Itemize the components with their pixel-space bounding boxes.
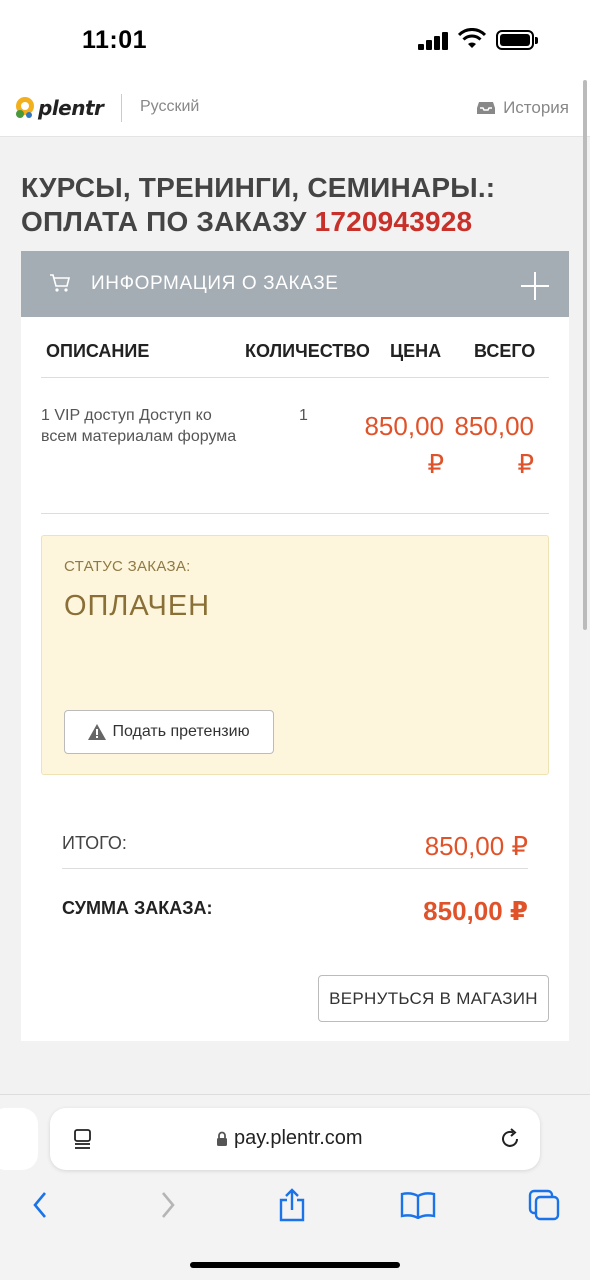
chevron-left-icon bbox=[33, 1192, 46, 1218]
status-time: 11:01 bbox=[82, 26, 148, 54]
tabs-button[interactable] bbox=[524, 1185, 564, 1225]
bookmarks-button[interactable] bbox=[398, 1185, 438, 1225]
order-status-box: СТАТУС ЗАКАЗА: ОПЛАЧЕН Подать претензию bbox=[41, 535, 549, 775]
previous-tab-preview[interactable] bbox=[0, 1108, 38, 1170]
item-quantity: 1 bbox=[299, 407, 308, 424]
page-title: КУРСЫ, ТРЕНИНГИ, СЕМИНАРЫ.: ОПЛАТА ПО ЗА… bbox=[21, 171, 571, 239]
order-number: 1720943928 bbox=[314, 206, 473, 237]
back-nav-button[interactable] bbox=[20, 1185, 60, 1225]
page-menu-icon[interactable] bbox=[72, 1128, 94, 1150]
file-claim-button[interactable]: Подать претензию bbox=[64, 710, 274, 754]
chevron-right-icon bbox=[162, 1192, 175, 1218]
column-header-description: ОПИСАНИЕ bbox=[46, 341, 150, 361]
url-text: pay.plentr.com bbox=[234, 1127, 363, 1149]
main-content: КУРСЫ, ТРЕНИНГИ, СЕМИНАРЫ.: ОПЛАТА ПО ЗА… bbox=[0, 137, 590, 1094]
book-icon bbox=[400, 1192, 436, 1219]
header-divider bbox=[121, 94, 122, 122]
plentr-logo[interactable]: plentr bbox=[14, 94, 104, 122]
lock-icon bbox=[217, 1131, 227, 1146]
site-header: plentr Русский История bbox=[0, 80, 590, 137]
tabs-icon bbox=[528, 1189, 560, 1221]
url-display[interactable]: pay.plentr.com bbox=[216, 1127, 363, 1150]
warning-icon bbox=[88, 724, 107, 740]
file-claim-label: Подать претензию bbox=[112, 723, 250, 740]
column-header-total: ВСЕГО bbox=[474, 341, 536, 361]
cellular-signal-icon bbox=[418, 32, 450, 50]
share-icon bbox=[279, 1188, 305, 1222]
order-total-value: 850,00 ₽ bbox=[423, 896, 528, 926]
logo-text: plentr bbox=[38, 96, 104, 120]
order-total-label: СУММА ЗАКАЗА: bbox=[62, 898, 213, 918]
home-indicator[interactable] bbox=[190, 1262, 400, 1268]
wifi-icon bbox=[458, 28, 486, 48]
item-price: 850,00 ₽ bbox=[364, 411, 444, 479]
battery-icon bbox=[496, 30, 538, 50]
address-bar[interactable]: pay.plentr.com bbox=[50, 1108, 540, 1170]
subtotal-value: 850,00 ₽ bbox=[424, 831, 528, 861]
status-label: СТАТУС ЗАКАЗА: bbox=[64, 558, 191, 575]
expand-plus-icon[interactable] bbox=[521, 272, 549, 300]
history-link[interactable]: История bbox=[477, 98, 569, 118]
order-panel: ИНФОРМАЦИЯ О ЗАКАЗЕ ОПИСАНИЕ КОЛИЧЕСТВО … bbox=[21, 251, 569, 1041]
inbox-icon bbox=[477, 102, 496, 114]
item-total: 850,00 ₽ bbox=[454, 411, 534, 479]
summary-divider bbox=[62, 868, 528, 869]
column-header-price: ЦЕНА bbox=[390, 341, 442, 361]
page-scrollbar[interactable] bbox=[583, 80, 587, 630]
subtotal-label: ИТОГО: bbox=[62, 833, 127, 853]
plentr-logo-mark-icon bbox=[16, 97, 34, 118]
share-button[interactable] bbox=[272, 1185, 312, 1225]
back-to-shop-button[interactable]: ВЕРНУТЬСЯ В МАГАЗИН bbox=[318, 975, 549, 1022]
column-header-quantity: КОЛИЧЕСТВО bbox=[245, 341, 370, 361]
history-label: История bbox=[503, 98, 569, 117]
item-description: 1 VIP доступ Доступ ко всем материалам ф… bbox=[41, 407, 237, 445]
status-value: ОПЛАЧЕН bbox=[64, 590, 211, 622]
browser-toolbar: pay.plentr.com bbox=[0, 1094, 590, 1280]
status-bar: 11:01 bbox=[0, 0, 590, 80]
table-divider bbox=[41, 513, 549, 514]
order-info-header[interactable]: ИНФОРМАЦИЯ О ЗАКАЗЕ bbox=[21, 251, 569, 317]
shopping-cart-icon bbox=[50, 274, 71, 292]
order-info-heading: ИНФОРМАЦИЯ О ЗАКАЗЕ bbox=[91, 273, 339, 294]
reload-icon[interactable] bbox=[498, 1127, 522, 1151]
forward-nav-button[interactable] bbox=[148, 1185, 188, 1225]
table-divider bbox=[41, 377, 549, 378]
language-selector[interactable]: Русский bbox=[140, 98, 199, 116]
